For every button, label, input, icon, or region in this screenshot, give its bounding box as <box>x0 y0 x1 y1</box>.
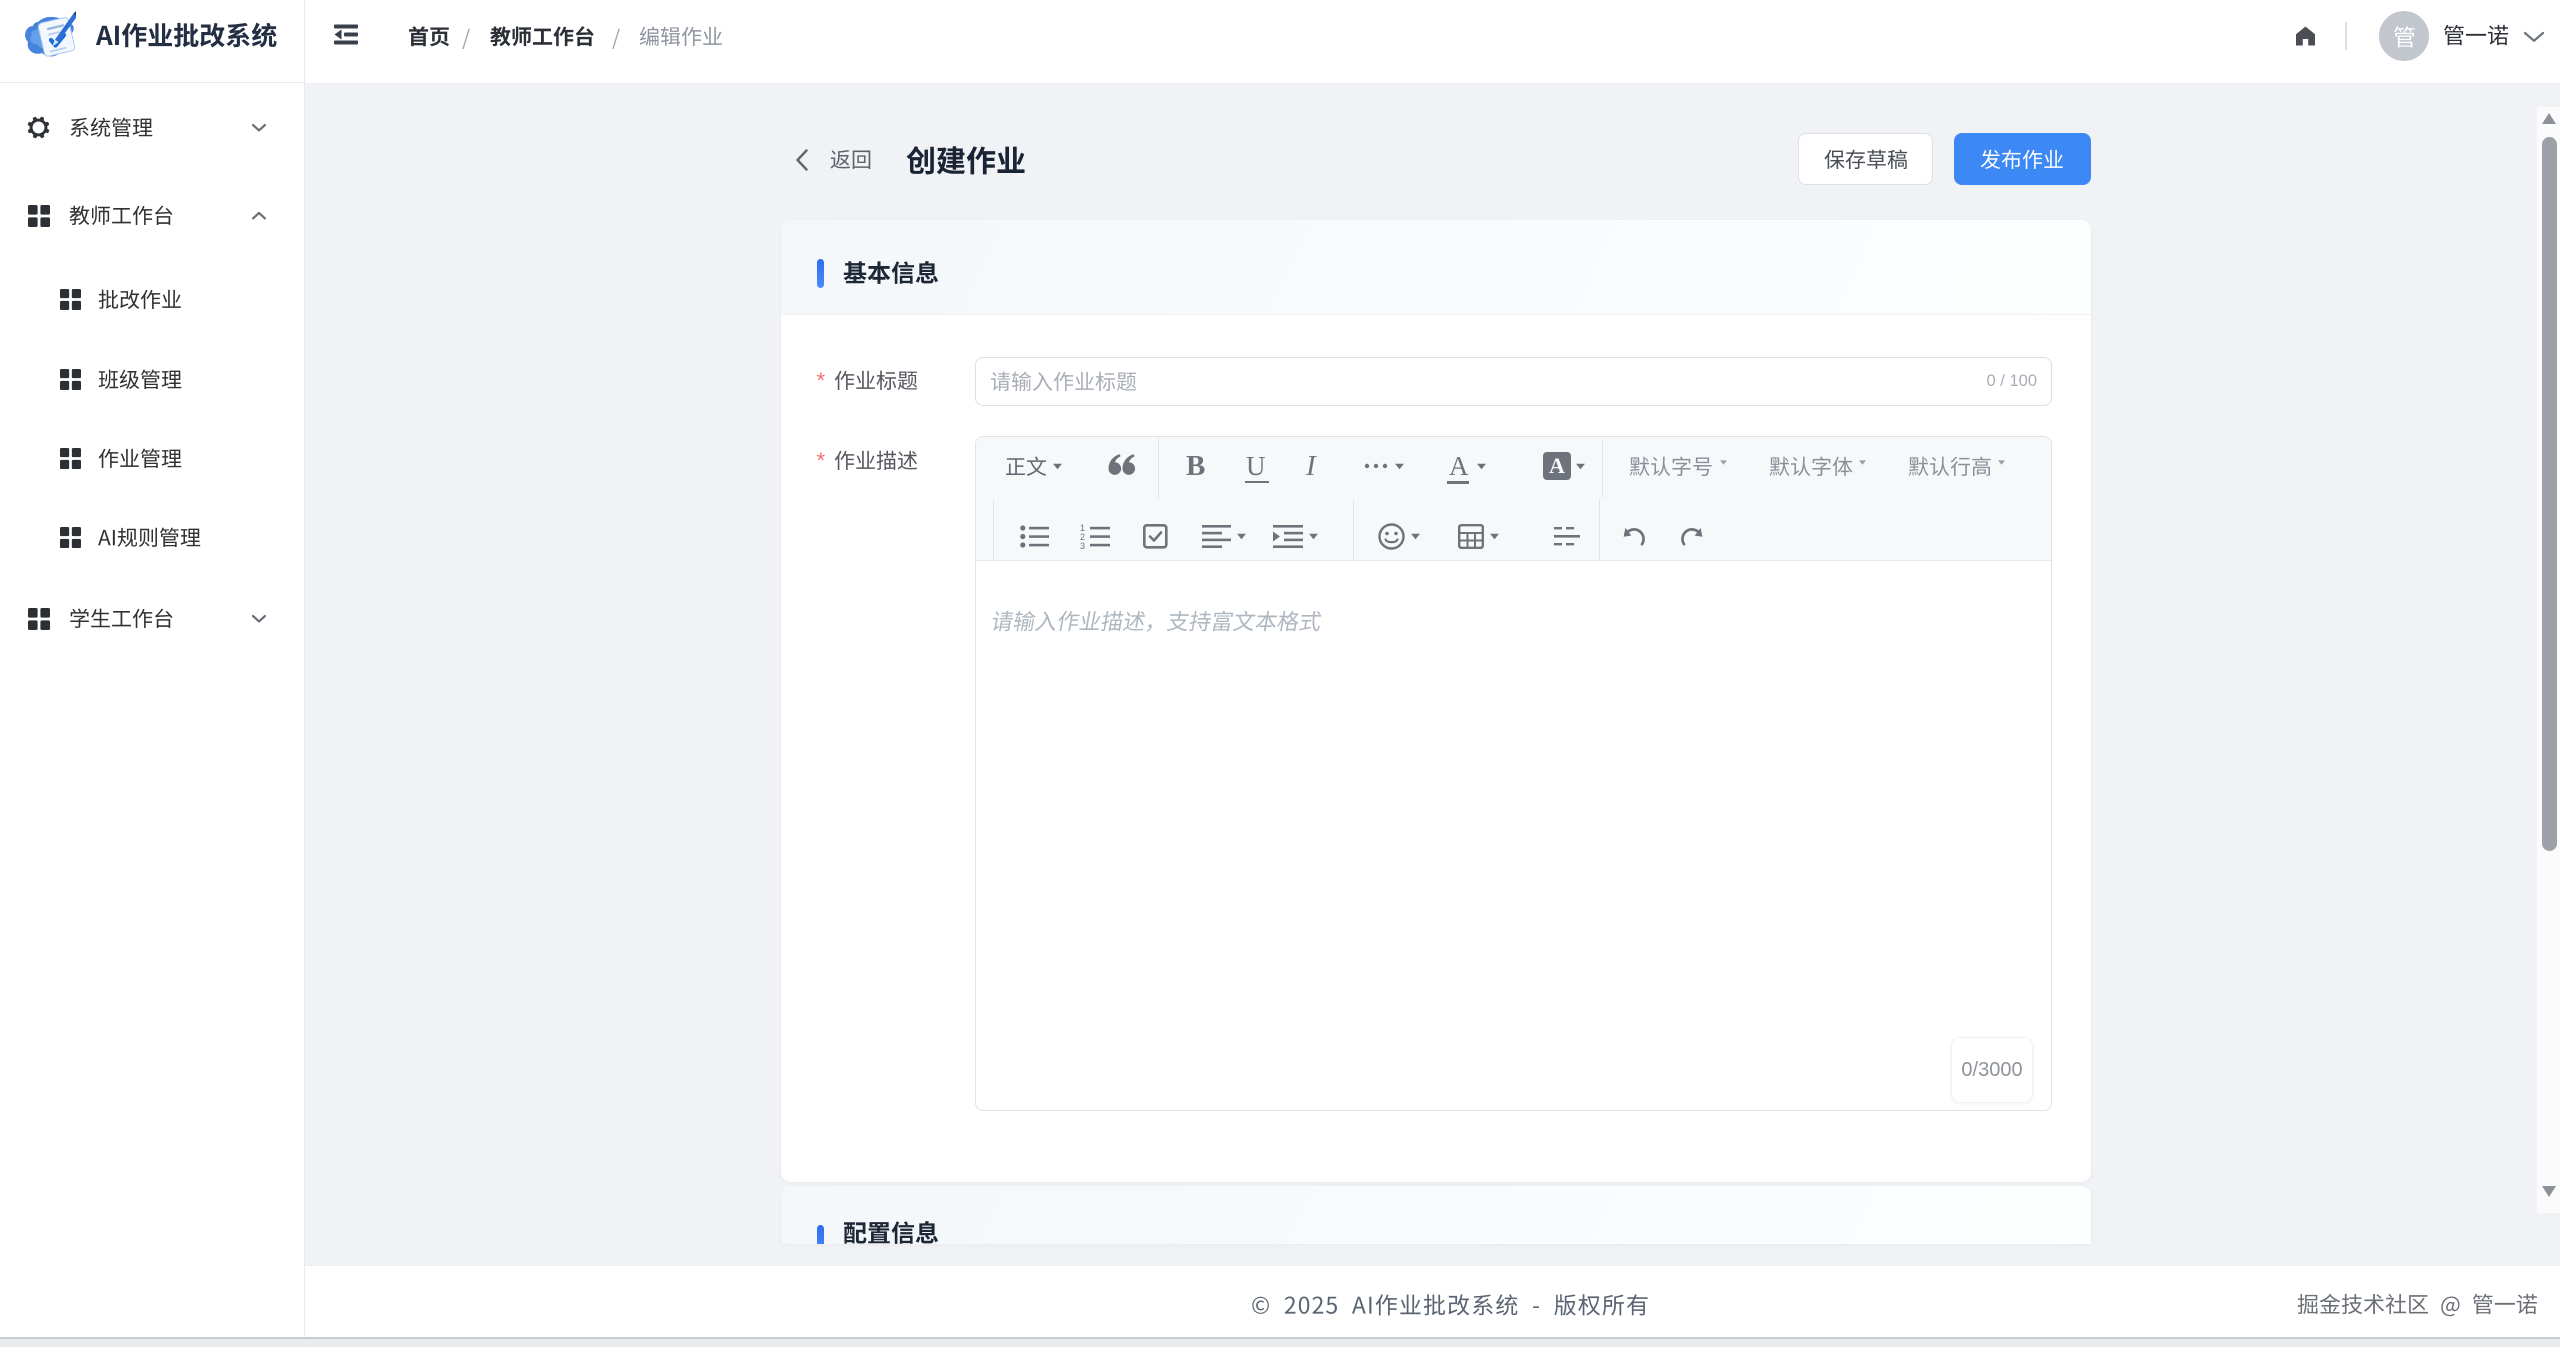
svg-text:3: 3 <box>1080 541 1085 549</box>
